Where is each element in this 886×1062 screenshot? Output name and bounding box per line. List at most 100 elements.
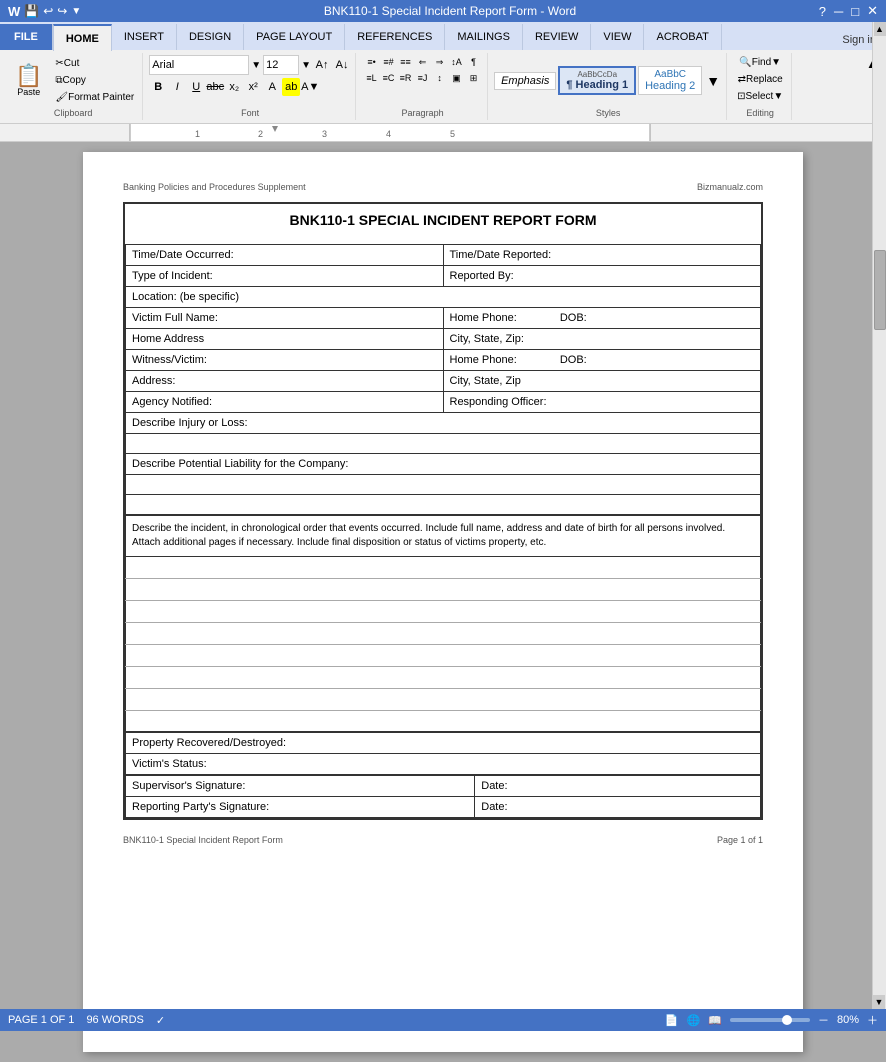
close-btn[interactable]: ✕ [867,3,878,19]
sort-btn[interactable]: ↕A [449,55,465,69]
home-phone-1-label: Home Phone: [450,312,517,324]
font-size-dropdown-icon[interactable]: ▼ [301,60,311,71]
underline-btn[interactable]: U [187,78,205,96]
text-shading-btn[interactable]: A▼ [301,78,319,96]
highlight-btn[interactable]: ab [282,78,300,96]
scrollbar[interactable]: ▲ ▼ [872,22,886,1009]
align-right-btn[interactable]: ≡R [398,71,414,85]
style-emphasis[interactable]: Emphasis [494,72,556,90]
zoom-slider[interactable] [730,1018,810,1022]
word-count: 96 WORDS [86,1014,143,1027]
justify-btn[interactable]: ≡J [415,71,431,85]
tab-page-layout[interactable]: PAGE LAYOUT [244,24,345,50]
tab-references[interactable]: REFERENCES [345,24,445,50]
undo-quick-btn[interactable]: ↩ [43,4,53,18]
shading-btn[interactable]: ▣ [449,71,465,85]
borders-btn[interactable]: ⊞ [466,71,482,85]
footer-right: Page 1 of 1 [717,835,763,845]
tab-view[interactable]: VIEW [591,24,644,50]
style-heading1[interactable]: AaBbCcDa ¶ Heading 1 [558,66,636,95]
bold-btn[interactable]: B [149,78,167,96]
svg-text:2: 2 [258,129,263,139]
find-button[interactable]: 🔍 Find ▼ [735,55,785,70]
tab-mailings[interactable]: MAILINGS [445,24,523,50]
view-web-btn[interactable]: 🌐 [687,1014,701,1027]
font-size-input[interactable] [263,55,299,75]
restore-btn[interactable]: □ [851,4,859,19]
scroll-down-btn[interactable]: ▼ [873,995,885,1009]
tab-insert[interactable]: INSERT [112,24,177,50]
view-read-btn[interactable]: 📖 [708,1014,722,1027]
format-painter-button[interactable]: 🖌 Format Painter [51,90,138,105]
cell-narrative-line8 [126,710,761,732]
align-center-btn[interactable]: ≡C [381,71,397,85]
cell-narrative-text: Describe the incident, in chronological … [126,515,761,557]
svg-text:1: 1 [195,129,200,139]
copy-button[interactable]: ⧉ Copy [51,73,138,88]
clipboard-group: 📋 Paste ✂ Cut ⧉ Copy 🖌 Format Painter Cl… [4,53,143,120]
font-name-dropdown-icon[interactable]: ▼ [251,60,261,71]
row-narrative-line3 [126,600,761,622]
styles-dropdown-btn[interactable]: ▼ [704,71,722,91]
cell-narrative-line4 [126,622,761,644]
font-label: Font [241,106,259,118]
tab-review[interactable]: REVIEW [523,24,591,50]
subscript-btn[interactable]: x₂ [225,78,243,96]
shrink-font-btn[interactable]: A↓ [333,56,351,74]
scroll-thumb[interactable] [874,250,886,330]
dropdown-quick-btn[interactable]: ▼ [71,6,81,17]
cell-victims-status: Victim's Status: [126,754,761,775]
styles-items: Emphasis AaBbCcDa ¶ Heading 1 AaBbC Head… [494,55,722,106]
zoom-level[interactable]: 80% [837,1014,859,1026]
form-table: Time/Date Occurred: Time/Date Reported: … [125,244,761,775]
row-reporting-sig: Reporting Party's Signature: Date: [126,797,761,818]
ribbon-tabs: FILE HOME INSERT DESIGN PAGE LAYOUT REFE… [0,22,886,50]
tab-home[interactable]: HOME [53,24,112,51]
redo-quick-btn[interactable]: ↪ [57,4,67,18]
cell-time-date-reported: Time/Date Reported: [443,245,761,266]
show-formatting-btn[interactable]: ¶ [466,55,482,69]
status-right: 📄 🌐 📖 － 80% ＋ [665,1012,878,1028]
cell-agency-notified: Agency Notified: [126,392,444,413]
decrease-indent-btn[interactable]: ⇐ [415,55,431,69]
row-narrative-line5 [126,644,761,666]
row-property: Property Recovered/Destroyed: [126,732,761,754]
form-title: BNK110-1 SPECIAL INCIDENT REPORT FORM [125,204,761,236]
view-print-btn[interactable]: 📄 [665,1014,679,1027]
multilevel-btn[interactable]: ≡≡ [398,55,414,69]
increase-indent-btn[interactable]: ⇒ [432,55,448,69]
paste-button[interactable]: 📋 Paste [8,62,49,100]
scroll-up-btn[interactable]: ▲ [874,22,886,36]
replace-button[interactable]: ⇄ Replace [734,72,787,87]
bullets-btn[interactable]: ≡• [364,55,380,69]
row-time-date: Time/Date Occurred: Time/Date Reported: [126,245,761,266]
row-describe-injury: Describe Injury or Loss: [126,413,761,434]
grow-font-btn[interactable]: A↑ [313,56,331,74]
minimize-btn[interactable]: ─ [834,4,843,19]
line-spacing-btn[interactable]: ↕ [432,71,448,85]
zoom-out-btn[interactable]: － [818,1012,829,1028]
tab-acrobat[interactable]: ACROBAT [644,24,721,50]
dob-2-label: DOB: [560,354,587,366]
save-quick-btn[interactable]: 💾 [24,4,39,18]
superscript-btn[interactable]: x² [244,78,262,96]
select-button[interactable]: ⊡ Select ▼ [733,89,787,104]
cell-city-state-zip1: City, State, Zip: [443,329,761,350]
cell-reporting-sig: Reporting Party's Signature: [126,797,475,818]
zoom-in-btn[interactable]: ＋ [867,1012,878,1028]
help-btn[interactable]: ? [819,4,826,19]
align-left-btn[interactable]: ≡L [364,71,380,85]
clipboard-label: Clipboard [54,106,93,118]
format-painter-icon: 🖌 [55,92,68,103]
tab-file[interactable]: FILE [0,24,53,50]
italic-btn[interactable]: I [168,78,186,96]
strikethrough-btn[interactable]: abc [206,78,224,96]
font-color-btn[interactable]: A [263,78,281,96]
style-heading2[interactable]: AaBbC Heading 2 [638,66,702,95]
cell-narrative-line6 [126,666,761,688]
cut-button[interactable]: ✂ Cut [51,56,138,71]
numbering-btn[interactable]: ≡# [381,55,397,69]
proofing-icon[interactable]: ✓ [156,1014,165,1027]
tab-design[interactable]: DESIGN [177,24,244,50]
font-name-input[interactable] [149,55,249,75]
